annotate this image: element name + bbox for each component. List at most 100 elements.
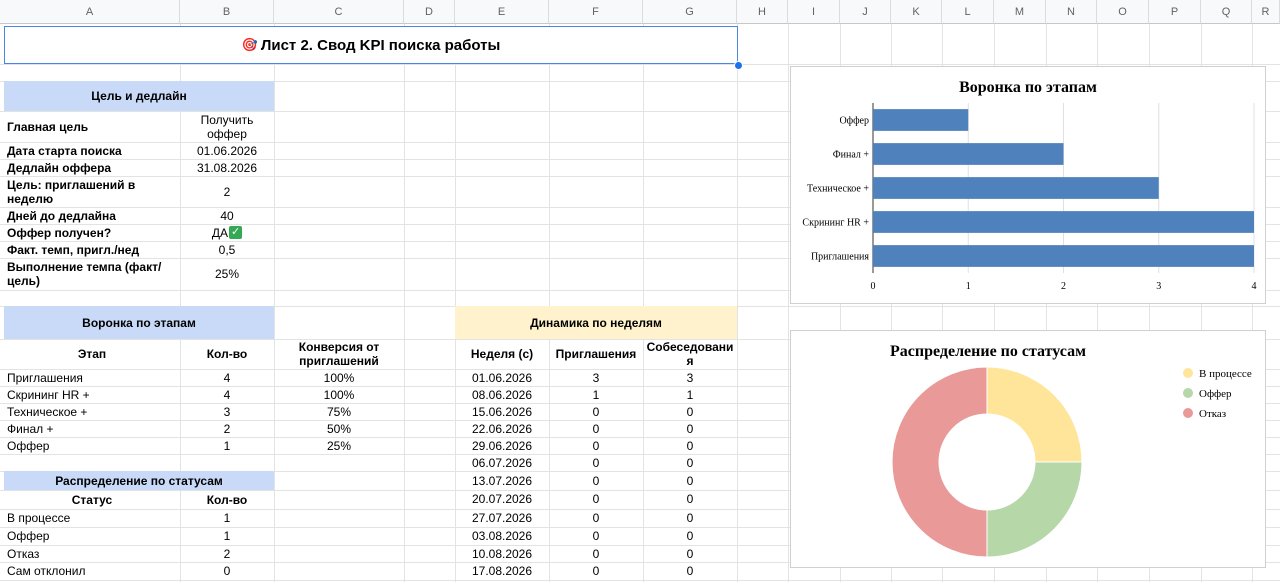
column-header-M[interactable]: M	[994, 0, 1046, 24]
donut-slice-0[interactable]	[986, 366, 1083, 463]
goal-value[interactable]: 40	[180, 207, 274, 224]
status-count[interactable]: 2	[180, 545, 274, 563]
statuses-col-count[interactable]: Кол-во	[180, 490, 274, 509]
funnel-stage[interactable]: Техническое +	[4, 403, 180, 420]
column-header-R[interactable]: R	[1252, 0, 1280, 24]
weekly-invitations[interactable]: 0	[549, 471, 643, 490]
funnel-col-stage[interactable]: Этап	[4, 339, 180, 369]
weekly-interviews[interactable]: 0	[643, 420, 737, 437]
funnel-col-conversion[interactable]: Конверсия от приглашений	[274, 339, 404, 369]
column-header-L[interactable]: L	[942, 0, 994, 24]
weekly-interviews[interactable]: 0	[643, 490, 737, 507]
weekly-invitations[interactable]: 0	[549, 509, 643, 526]
goal-value[interactable]: 0,5	[180, 241, 274, 258]
status-count[interactable]: 0	[180, 562, 274, 580]
funnel-conversion[interactable]: 100%	[274, 369, 404, 386]
funnel-count[interactable]: 3	[180, 403, 274, 420]
weekly-week[interactable]: 06.07.2026	[455, 454, 549, 471]
funnel-count[interactable]: 2	[180, 420, 274, 437]
bar-4[interactable]	[873, 245, 1254, 267]
bar-1[interactable]	[873, 143, 1064, 165]
selection-handle[interactable]	[734, 61, 743, 70]
goal-label[interactable]: Дней до дедлайна	[4, 207, 180, 224]
goal-label[interactable]: Оффер получен?	[4, 224, 180, 241]
goal-value[interactable]: ДА ✓	[180, 224, 274, 241]
weekly-week[interactable]: 10.08.2026	[455, 545, 549, 562]
status-name[interactable]: В процессе	[4, 509, 180, 527]
goal-value[interactable]: Получить оффер	[180, 111, 274, 142]
funnel-stage[interactable]: Финал +	[4, 420, 180, 437]
weekly-invitations[interactable]: 0	[549, 454, 643, 471]
weekly-col-interviews[interactable]: Собеседования	[643, 339, 737, 369]
goal-label[interactable]: Дедлайн оффера	[4, 159, 180, 176]
column-header-E[interactable]: E	[455, 0, 549, 24]
funnel-stage[interactable]: Приглашения	[4, 369, 180, 386]
column-header-K[interactable]: K	[891, 0, 942, 24]
spreadsheet-grid[interactable]: ABCDEFGHIJKLMNOPQR 🎯 Лист 2. Свод KPI по…	[0, 0, 1280, 582]
weekly-week[interactable]: 01.06.2026	[455, 369, 549, 386]
column-header-D[interactable]: D	[404, 0, 455, 24]
column-header-J[interactable]: J	[840, 0, 891, 24]
goal-label[interactable]: Факт. темп, пригл./нед	[4, 241, 180, 258]
funnel-conversion[interactable]: 75%	[274, 403, 404, 420]
goal-value[interactable]: 2	[180, 176, 274, 207]
weekly-col-week[interactable]: Неделя (с)	[455, 339, 549, 369]
weekly-interviews[interactable]: 0	[643, 454, 737, 471]
goal-label[interactable]: Цель: приглашений в неделю	[4, 176, 180, 207]
weekly-week[interactable]: 15.06.2026	[455, 403, 549, 420]
funnel-conversion[interactable]: 25%	[274, 437, 404, 454]
funnel-col-count[interactable]: Кол-во	[180, 339, 274, 369]
donut-slice-1[interactable]	[986, 461, 1083, 558]
status-count[interactable]: 1	[180, 509, 274, 527]
funnel-count[interactable]: 4	[180, 369, 274, 386]
weekly-week[interactable]: 08.06.2026	[455, 386, 549, 403]
weekly-interviews[interactable]: 0	[643, 403, 737, 420]
weekly-header[interactable]: Динамика по неделям	[455, 306, 737, 339]
funnel-conversion[interactable]: 100%	[274, 386, 404, 403]
goal-label[interactable]: Выполнение темпа (факт/цель)	[4, 258, 180, 290]
weekly-week[interactable]: 29.06.2026	[455, 437, 549, 454]
column-header-A[interactable]: A	[0, 0, 180, 24]
funnel-stage[interactable]: Скрининг HR +	[4, 386, 180, 403]
funnel-count[interactable]: 1	[180, 437, 274, 454]
funnel-count[interactable]: 4	[180, 386, 274, 403]
column-header-H[interactable]: H	[737, 0, 788, 24]
weekly-interviews[interactable]: 0	[643, 471, 737, 490]
column-header-Q[interactable]: Q	[1201, 0, 1252, 24]
weekly-interviews[interactable]: 1	[643, 386, 737, 403]
weekly-invitations[interactable]: 3	[549, 369, 643, 386]
status-name[interactable]: Оффер	[4, 527, 180, 545]
status-count[interactable]: 1	[180, 527, 274, 545]
statuses-header[interactable]: Распределение по статусам	[4, 471, 274, 490]
column-header-I[interactable]: I	[788, 0, 840, 24]
weekly-col-invitations[interactable]: Приглашения	[549, 339, 643, 369]
status-name[interactable]: Сам отклонил	[4, 562, 180, 580]
column-header-O[interactable]: O	[1097, 0, 1149, 24]
weekly-invitations[interactable]: 0	[549, 403, 643, 420]
weekly-invitations[interactable]: 0	[549, 527, 643, 544]
goal-label[interactable]: Дата старта поиска	[4, 142, 180, 159]
weekly-week[interactable]: 20.07.2026	[455, 490, 549, 507]
weekly-week[interactable]: 22.06.2026	[455, 420, 549, 437]
weekly-invitations[interactable]: 0	[549, 437, 643, 454]
weekly-week[interactable]: 03.08.2026	[455, 527, 549, 544]
funnel-conversion[interactable]: 50%	[274, 420, 404, 437]
bar-3[interactable]	[873, 211, 1254, 233]
funnel-stage[interactable]: Оффер	[4, 437, 180, 454]
funnel-bar-chart[interactable]: Воронка по этапам 0 1 2 3 4 Оффер Финал + Техни…	[790, 66, 1266, 304]
goal-label[interactable]: Главная цель	[4, 111, 180, 142]
bar-0[interactable]	[873, 109, 969, 131]
weekly-interviews[interactable]: 3	[643, 369, 737, 386]
column-header-G[interactable]: G	[643, 0, 737, 24]
column-header-B[interactable]: B	[180, 0, 274, 24]
donut-slice-2[interactable]	[891, 366, 988, 558]
weekly-invitations[interactable]: 0	[549, 545, 643, 562]
funnel-header[interactable]: Воронка по этапам	[4, 306, 274, 339]
weekly-interviews[interactable]: 0	[643, 437, 737, 454]
weekly-week[interactable]: 27.07.2026	[455, 509, 549, 526]
column-header-F[interactable]: F	[549, 0, 643, 24]
weekly-week[interactable]: 13.07.2026	[455, 471, 549, 490]
weekly-interviews[interactable]: 0	[643, 509, 737, 526]
column-header-N[interactable]: N	[1046, 0, 1097, 24]
weekly-week[interactable]: 17.08.2026	[455, 562, 549, 579]
